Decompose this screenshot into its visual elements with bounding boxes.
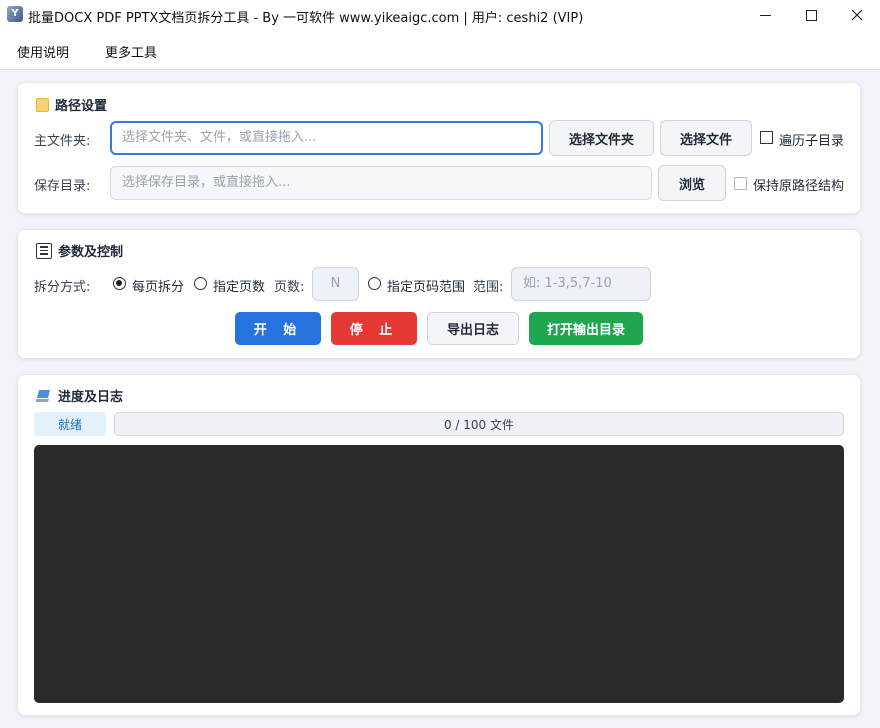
menu-more-tools[interactable]: 更多工具 (105, 42, 157, 61)
maximize-button[interactable] (788, 0, 834, 30)
progress-log-panel: 进度及日志 就绪 0 / 100 文件 (17, 374, 861, 716)
traverse-subdir-checkbox[interactable] (760, 131, 773, 144)
pages-input[interactable]: N (312, 267, 359, 301)
save-dir-label: 保存目录: (34, 179, 91, 194)
laptop-icon (36, 389, 50, 402)
radio-page-range[interactable] (368, 277, 381, 290)
menu-bar: 使用说明 更多工具 (0, 30, 880, 70)
progress-text: 0 / 100 文件 (443, 417, 515, 432)
progress-bar: 0 / 100 文件 (114, 412, 844, 436)
maximize-icon (805, 9, 817, 21)
choose-folder-button[interactable]: 选择文件夹 (549, 120, 654, 156)
radio-per-page[interactable] (113, 277, 126, 290)
pages-label: 页数: (274, 280, 305, 295)
document-list-icon (36, 242, 52, 259)
window-title: 批量DOCX PDF PPTX文档页拆分工具 - By 一可软件 www.yik… (28, 11, 584, 26)
start-button[interactable]: 开 始 (235, 312, 321, 345)
keep-structure-checkbox[interactable] (734, 177, 747, 190)
menu-usage[interactable]: 使用说明 (17, 42, 69, 61)
params-title: 参数及控制 (58, 245, 124, 260)
split-mode-label: 拆分方式: (34, 280, 91, 295)
params-control-panel: 参数及控制 拆分方式: 每页拆分 指定页数 页数: N 指定页码范围 范围: 如… (17, 229, 861, 359)
open-output-button[interactable]: 打开输出目录 (529, 312, 643, 345)
path-settings-panel: 路径设置 主文件夹: 选择文件夹、文件，或直接拖入... 选择文件夹 选择文件 … (17, 82, 861, 214)
params-header: 参数及控制 (36, 241, 123, 260)
log-title: 进度及日志 (58, 390, 124, 405)
radio-page-count-label: 指定页数 (213, 280, 266, 295)
title-bar: Y 批量DOCX PDF PPTX文档页拆分工具 - By 一可软件 www.y… (0, 0, 880, 30)
close-button[interactable] (834, 0, 880, 30)
save-dir-input[interactable]: 选择保存目录，或直接拖入... (110, 166, 652, 200)
main-folder-label: 主文件夹: (34, 134, 91, 149)
stop-button[interactable]: 停 止 (331, 312, 417, 345)
log-header: 进度及日志 (36, 386, 123, 405)
traverse-subdir-label: 遍历子目录 (779, 134, 845, 149)
path-settings-header: 路径设置 (36, 95, 107, 114)
export-log-button[interactable]: 导出日志 (427, 312, 519, 345)
path-settings-title: 路径设置 (55, 99, 108, 114)
minimize-icon (759, 14, 771, 16)
radio-page-range-label: 指定页码范围 (387, 280, 466, 295)
range-input[interactable]: 如: 1-3,5,7-10 (511, 267, 651, 301)
range-label: 范围: (473, 280, 504, 295)
log-output[interactable] (34, 445, 844, 703)
keep-structure-label: 保持原路径结构 (753, 179, 845, 194)
radio-page-count[interactable] (194, 277, 207, 290)
close-icon (851, 9, 863, 21)
choose-file-button[interactable]: 选择文件 (660, 120, 752, 156)
main-folder-input[interactable]: 选择文件夹、文件，或直接拖入... (110, 121, 543, 155)
radio-per-page-label: 每页拆分 (132, 280, 185, 295)
status-badge: 就绪 (34, 412, 106, 436)
minimize-button[interactable] (742, 0, 788, 30)
app-logo-icon: Y (7, 6, 23, 22)
folder-icon (36, 97, 49, 112)
browse-button[interactable]: 浏览 (658, 165, 726, 201)
